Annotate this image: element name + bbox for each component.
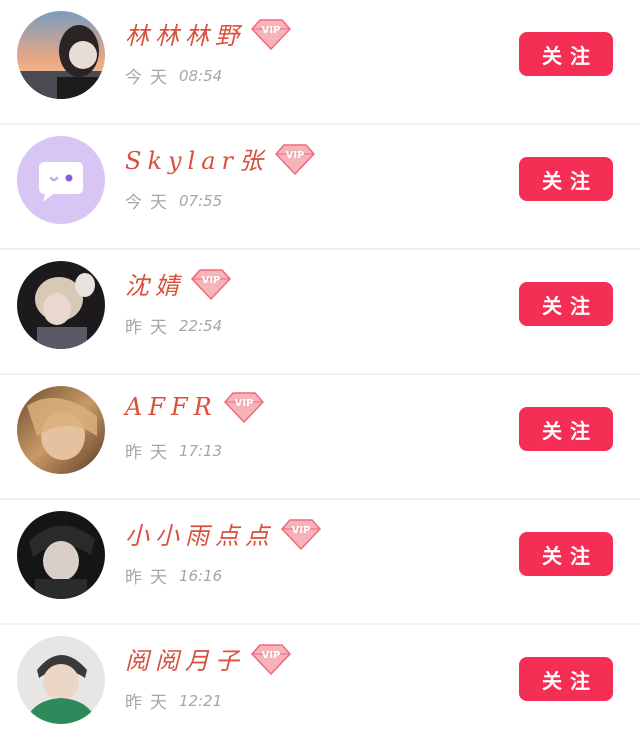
follow-list: 林林林野 VIP 今天 08:54 关注 Skylar张 VIP 今天 07:5… — [0, 0, 640, 743]
list-item[interactable]: 阅阅月子 VIP 昨天 12:21 关注 — [0, 625, 640, 750]
visit-time: 昨天 16:16 — [125, 563, 223, 589]
vip-label: VIP — [234, 398, 253, 409]
user-name[interactable]: AFFR — [125, 393, 218, 421]
visit-time: 今天 08:54 — [125, 63, 223, 89]
visit-clock: 17:13 — [179, 441, 223, 460]
vip-diamond-icon: VIP — [275, 143, 315, 175]
visit-clock: 16:16 — [179, 566, 223, 585]
list-item[interactable]: 林林林野 VIP 今天 08:54 关注 — [0, 0, 640, 125]
visit-day: 今天 — [125, 68, 175, 88]
user-name[interactable]: Skylar张 — [125, 141, 269, 176]
avatar[interactable] — [17, 11, 105, 99]
avatar-sunset-photo — [17, 11, 105, 99]
avatar-person-photo — [17, 261, 105, 349]
user-name[interactable]: 阅阅月子 — [125, 641, 245, 676]
visit-clock: 08:54 — [179, 66, 223, 85]
avatar[interactable] — [17, 261, 105, 349]
avatar[interactable] — [17, 386, 105, 474]
vip-label: VIP — [202, 275, 221, 286]
visit-day: 昨天 — [125, 568, 175, 588]
visit-clock: 07:55 — [179, 191, 223, 210]
avatar-person-photo — [17, 386, 105, 474]
follow-button[interactable]: 关注 — [519, 157, 613, 201]
vip-label: VIP — [262, 25, 281, 36]
vip-label: VIP — [292, 525, 311, 536]
vip-diamond-icon: VIP — [281, 518, 321, 550]
follow-button[interactable]: 关注 — [519, 32, 613, 76]
avatar[interactable] — [17, 136, 105, 224]
list-item[interactable]: 沈婧 VIP 昨天 22:54 关注 — [0, 250, 640, 375]
list-item[interactable]: AFFR VIP 昨天 17:13 关注 — [0, 375, 640, 500]
follow-button[interactable]: 关注 — [519, 657, 613, 701]
visit-day: 昨天 — [125, 318, 175, 338]
vip-label: VIP — [286, 150, 305, 161]
list-item[interactable]: 小小雨点点 VIP 昨天 16:16 关注 — [0, 500, 640, 625]
visit-day: 昨天 — [125, 443, 175, 463]
avatar-person-photo — [17, 511, 105, 599]
visit-time: 昨天 22:54 — [125, 313, 223, 339]
avatar[interactable] — [17, 636, 105, 724]
visit-time: 昨天 12:21 — [125, 688, 223, 714]
visit-time: 昨天 17:13 — [125, 438, 223, 464]
follow-button[interactable]: 关注 — [519, 407, 613, 451]
default-avatar-chat-icon — [17, 136, 105, 224]
avatar-person-photo — [17, 636, 105, 724]
visit-clock: 12:21 — [179, 691, 223, 710]
user-name[interactable]: 沈婧 — [125, 266, 185, 301]
vip-diamond-icon: VIP — [223, 391, 264, 423]
visit-day: 昨天 — [125, 693, 175, 713]
vip-label: VIP — [262, 650, 281, 661]
vip-diamond-icon: VIP — [251, 643, 291, 675]
vip-diamond-icon: VIP — [191, 268, 231, 300]
vip-diamond-icon: VIP — [251, 18, 291, 50]
follow-button[interactable]: 关注 — [519, 532, 613, 576]
visit-clock: 22:54 — [179, 316, 223, 335]
visit-time: 今天 07:55 — [125, 188, 223, 214]
list-item[interactable]: Skylar张 VIP 今天 07:55 关注 — [0, 125, 640, 250]
follow-button[interactable]: 关注 — [519, 282, 613, 326]
user-name[interactable]: 小小雨点点 — [125, 516, 275, 551]
visit-day: 今天 — [125, 193, 175, 213]
user-name[interactable]: 林林林野 — [125, 16, 245, 51]
avatar[interactable] — [17, 511, 105, 599]
